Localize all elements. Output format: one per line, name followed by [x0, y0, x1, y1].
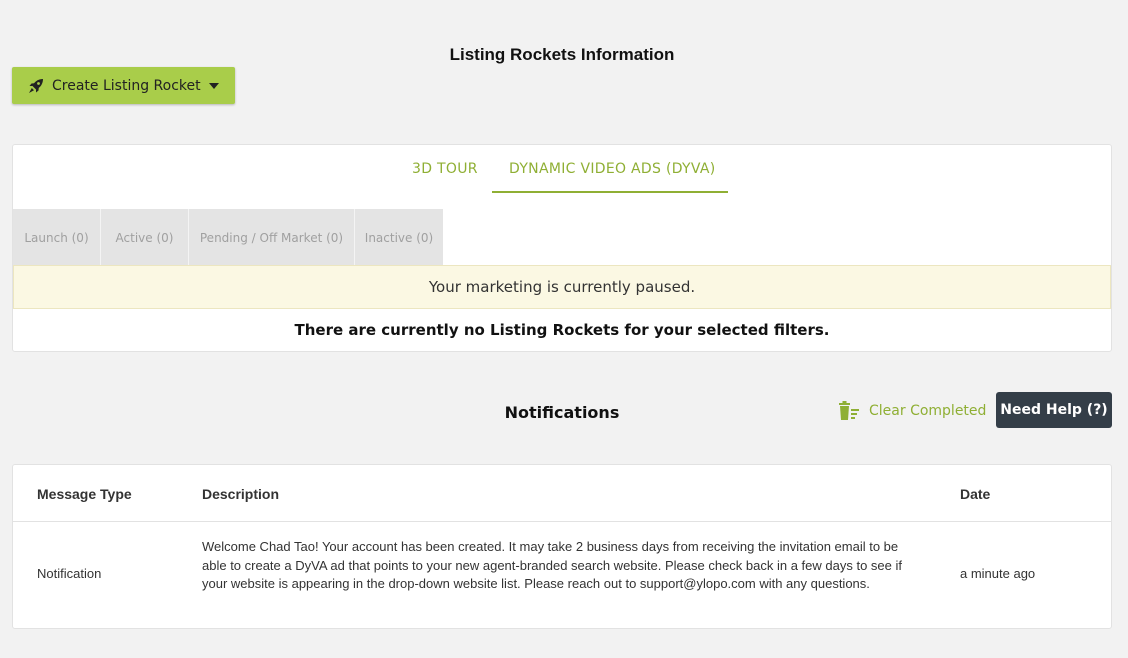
- trash-list-icon: [838, 401, 860, 421]
- create-button-label: Create Listing Rocket: [52, 77, 201, 94]
- table-header: Message Type Description Date: [13, 465, 1111, 522]
- marketing-paused-alert: Your marketing is currently paused.: [13, 265, 1111, 309]
- page-title: Listing Rockets Information: [449, 45, 675, 64]
- cell-message-type: Notification: [37, 566, 102, 581]
- caret-down-icon: [208, 82, 219, 89]
- filter-launch[interactable]: Launch (0): [13, 209, 101, 266]
- tab-3d-tour[interactable]: 3D TOUR: [412, 161, 478, 177]
- table-row: Notification Welcome Chad Tao! Your acco…: [13, 522, 1111, 628]
- cell-description: Welcome Chad Tao! Your account has been …: [202, 539, 903, 591]
- filter-active[interactable]: Active (0): [101, 209, 189, 266]
- column-header-message-type: Message Type: [37, 486, 132, 502]
- column-header-description: Description: [202, 486, 280, 502]
- active-tab-indicator: [492, 191, 728, 193]
- empty-state-message: There are currently no Listing Rockets f…: [294, 321, 830, 339]
- notifications-table: Message Type Description Date Notificati…: [12, 464, 1112, 629]
- filter-pending-off-market[interactable]: Pending / Off Market (0): [189, 209, 355, 266]
- clear-completed-label: Clear Completed: [869, 403, 987, 419]
- rocket-icon: [28, 78, 44, 94]
- tab-dynamic-video-ads[interactable]: DYNAMIC VIDEO ADS (DYVA): [509, 161, 716, 177]
- product-tabs: 3D TOUR DYNAMIC VIDEO ADS (DYVA): [13, 145, 1111, 195]
- column-header-date: Date: [960, 486, 991, 502]
- need-help-button[interactable]: Need Help (?): [996, 392, 1112, 428]
- cell-date: a minute ago: [960, 566, 1036, 581]
- create-listing-rocket-button[interactable]: Create Listing Rocket: [12, 67, 235, 104]
- status-filters: Launch (0) Active (0) Pending / Off Mark…: [13, 209, 443, 266]
- filter-inactive[interactable]: Inactive (0): [355, 209, 443, 266]
- clear-completed-button[interactable]: Clear Completed: [838, 399, 986, 423]
- listing-rockets-panel: 3D TOUR DYNAMIC VIDEO ADS (DYVA) Launch …: [12, 144, 1112, 352]
